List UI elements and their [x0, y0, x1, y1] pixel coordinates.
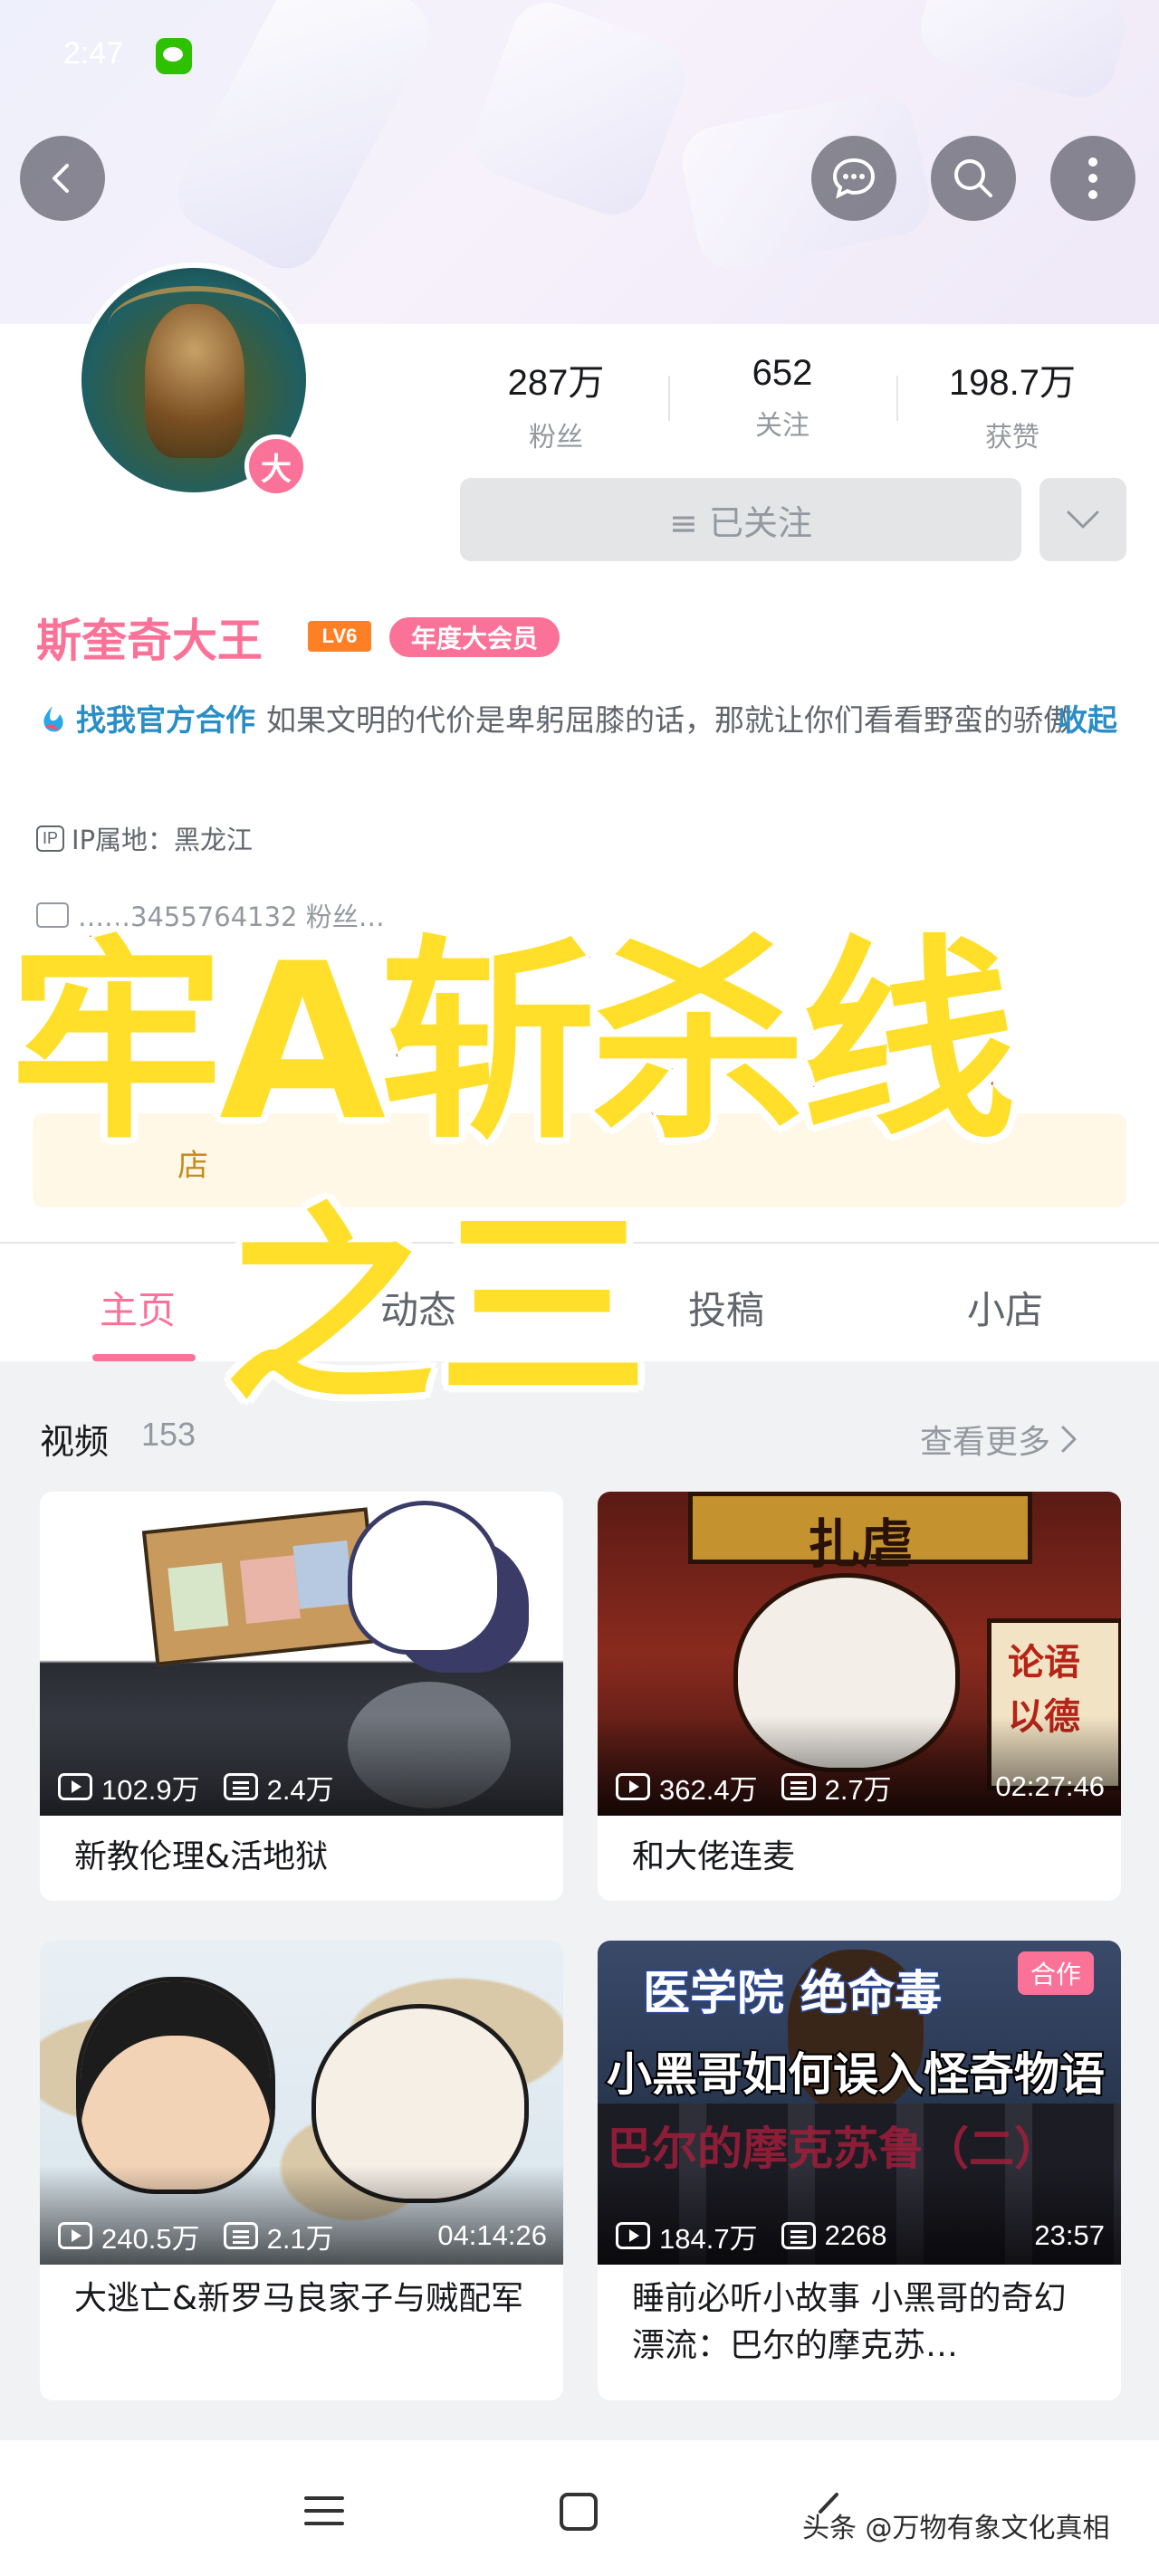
videos-count: 153 [141, 1416, 196, 1453]
ip-location-text: IP属地：黑龙江 [72, 825, 254, 855]
video-views: 102.9万 [101, 1773, 200, 1806]
parcel-illustration [141, 1507, 382, 1666]
tab-active-indicator [92, 1354, 196, 1361]
big-vip-badge: 大 [244, 434, 308, 498]
danmaku-icon [781, 2222, 816, 2249]
play-count-icon [58, 2222, 92, 2249]
video-title: 大逃亡&新罗马良家子与贼配军 [74, 2280, 524, 2317]
ip-location: IP IP属地：黑龙江 [36, 819, 253, 857]
video-danmaku: 2268 [824, 2219, 887, 2251]
video-title: 和大佬连麦 [632, 1838, 796, 1875]
ip-icon: IP [36, 825, 65, 852]
menu-icon[interactable] [302, 2493, 346, 2529]
video-duration: 02:27:46 [995, 1770, 1105, 1802]
video-duration: 04:14:26 [437, 2219, 547, 2251]
video-danmaku: 2.1万 [266, 2222, 334, 2255]
overlay-title-line2: 之三 [222, 1183, 653, 1433]
video-views: 240.5万 [101, 2222, 200, 2255]
stat-followers[interactable]: 287万 粉丝 [474, 353, 637, 454]
official-cooperation-link[interactable]: 找我官方合作 [76, 702, 255, 738]
thumbnail-caption: 医学院 绝命毒 [641, 1966, 943, 2023]
play-count-icon [616, 2222, 650, 2249]
video-views: 362.4万 [659, 1773, 758, 1806]
video-danmaku: 2.7万 [824, 1773, 892, 1806]
banner-illustration [688, 1492, 1032, 1578]
play-count-icon [616, 1773, 650, 1800]
see-more-link[interactable]: 查看更多 [920, 1416, 1079, 1463]
video-meta: 102.9万 2.4万 [58, 1769, 547, 1806]
video-duration: 23:57 [1034, 2219, 1105, 2251]
eagle-illustration [348, 1501, 502, 1655]
chevron-right-icon [1061, 1426, 1077, 1453]
stat-following[interactable]: 652 关注 [701, 353, 864, 443]
video-card[interactable]: 362.4万 2.7万 02:27:46 和大佬连麦 [598, 1492, 1121, 1901]
stat-value: 287万 [507, 363, 605, 403]
man-illustration [76, 1977, 275, 2194]
videos-section-title: 视频 [40, 1422, 110, 1462]
video-meta: 184.7万 2268 23:57 [616, 2218, 1105, 2255]
official-cooperation-icon [43, 706, 63, 732]
tab-home[interactable]: 主页 [100, 1280, 176, 1335]
overlay-title-line1: 牢A斩杀线 [6, 915, 1019, 1171]
watermark: 头条 @万物有象文化真相 [802, 2513, 1110, 2544]
stat-likes[interactable]: 198.7万 获赞 [931, 353, 1094, 454]
danmaku-icon [781, 1773, 816, 1800]
chevron-down-icon [1067, 510, 1099, 529]
stat-value: 652 [752, 353, 813, 393]
danmaku-icon [223, 1773, 258, 1800]
tab-shop[interactable]: 小店 [967, 1280, 1043, 1335]
video-card[interactable]: 102.9万 2.4万 新教伦理&活地狱 [40, 1492, 563, 1901]
tab-uploads[interactable]: 投稿 [688, 1280, 764, 1335]
following-button[interactable]: ≡ 已关注 [460, 478, 1021, 561]
stat-label: 获赞 [985, 422, 1039, 453]
vip-badge[interactable]: 年度大会员 [389, 617, 560, 657]
video-meta: 240.5万 2.1万 04:14:26 [58, 2218, 547, 2255]
stat-label: 粉丝 [529, 422, 583, 453]
cooperation-badge: 合作 [1017, 1951, 1094, 1995]
stat-label: 关注 [755, 410, 809, 442]
danmaku-icon [223, 2222, 258, 2249]
username: 斯奎奇大王 [36, 615, 263, 667]
video-title: 新教伦理&活地狱 [74, 1838, 329, 1875]
play-count-icon [58, 1773, 92, 1800]
stat-value: 198.7万 [948, 363, 1077, 403]
video-card[interactable]: 医学院 绝命毒 小黑哥如何误入怪奇物语 巴尔的摩克苏鲁（二） 合作 184.7万… [598, 1941, 1121, 2400]
following-label: ≡ 已关注 [669, 502, 812, 543]
video-danmaku: 2.4万 [266, 1773, 334, 1806]
video-card[interactable]: 240.5万 2.1万 04:14:26 大逃亡&新罗马良家子与贼配军 [40, 1941, 563, 2400]
thumbnail-caption: 小黑哥如何误入怪奇物语 [605, 2046, 1106, 2103]
home-square-icon[interactable] [558, 2491, 599, 2533]
bio-text: 如果文明的代价是卑躬屈膝的话，那就让你们看看野蛮的骄傲 [266, 702, 1073, 738]
bio: 找我官方合作 如果文明的代价是卑躬屈膝的话，那就让你们看看野蛮的骄傲 [36, 697, 1123, 744]
see-more-label: 查看更多 [920, 1424, 1051, 1461]
stat-divider [668, 376, 670, 421]
video-meta: 362.4万 2.7万 02:27:46 [616, 1769, 1105, 1806]
video-views: 184.7万 [659, 2222, 758, 2255]
stat-divider [896, 376, 898, 421]
video-title: 睡前必听小故事 小黑哥的奇幻漂流：巴尔的摩克苏… [632, 2280, 1067, 2364]
level-badge: LV6 [308, 621, 371, 652]
follow-options-button[interactable] [1039, 478, 1126, 561]
collapse-bio-button[interactable]: 收起 [1058, 697, 1117, 744]
